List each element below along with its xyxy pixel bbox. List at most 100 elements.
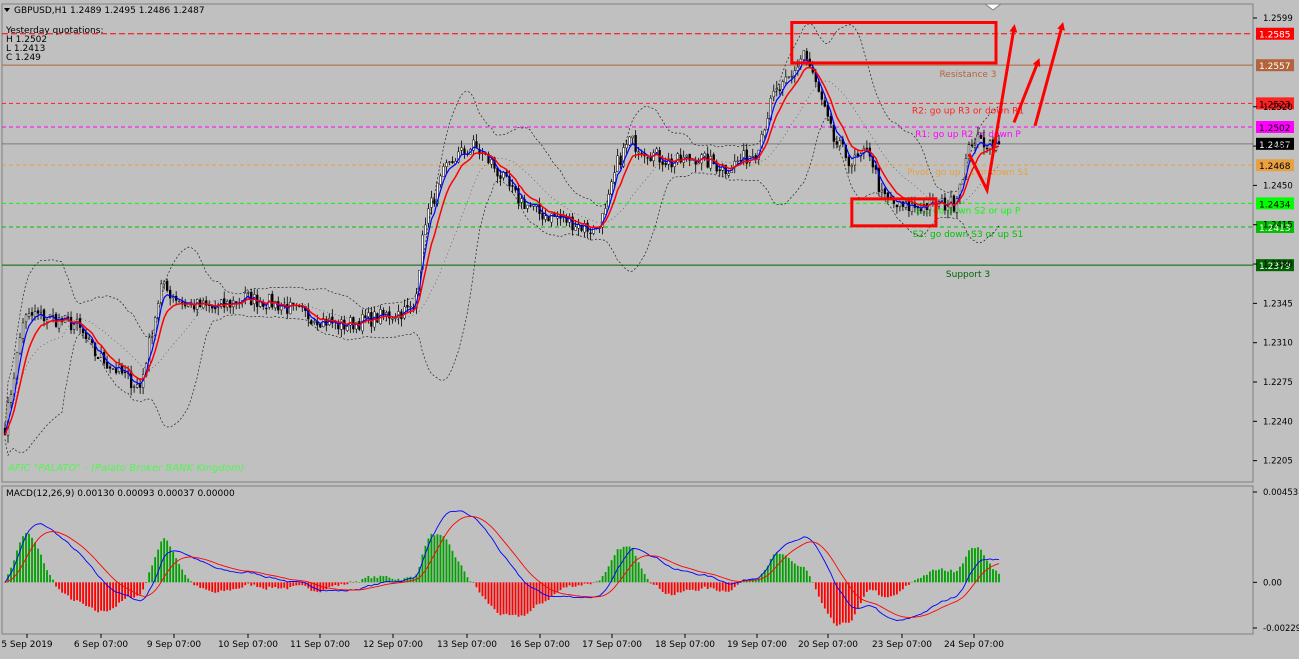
price-chart[interactable]: Resistance 3 R2: go up R3 or down R1 R1: g… [0,0,1299,655]
macd-histogram-bar [343,582,346,585]
macd-histogram-bar [880,582,883,597]
macd-histogram-bar [37,548,39,583]
macd-y-tick-label: 0.00 [1263,578,1282,588]
candle-body [823,100,826,107]
candle-body [424,224,427,236]
macd-histogram-bar [502,582,505,615]
candle-body [880,189,884,193]
price-tag: 1.2557 [1256,59,1294,72]
level-label: R1: go up R2 or down P [915,130,1021,140]
macd-histogram-bar [358,582,361,583]
macd-histogram-bar [841,582,844,623]
macd-histogram-bar [244,582,247,586]
macd-histogram-bar [586,582,589,584]
macd-histogram-bar [463,571,466,583]
macd-histogram-bar [514,582,517,615]
macd-histogram-bar [178,564,181,583]
macd-histogram-bar [715,582,718,591]
macd-histogram-bar [832,582,835,624]
candle-body [847,156,850,167]
candle-body [169,289,172,299]
candle-body [9,394,13,403]
candle-body [292,302,295,305]
macd-histogram-bar [616,549,619,583]
candle-body [703,152,706,157]
macd-histogram-bar [85,582,87,607]
macd-histogram-bar [613,555,616,583]
macd-histogram-bar [691,582,694,590]
y-tick-label: 1.2275 [1263,378,1293,388]
candle-body [433,199,436,205]
candle-body [895,204,899,208]
candle-body [850,165,854,168]
candle-body [490,159,493,165]
macd-histogram-bar [838,582,841,625]
candle-body [787,76,790,78]
macd-histogram-bar [778,553,781,583]
macd-histogram-bar [340,582,343,584]
candle-body [685,154,688,157]
macd-histogram-bar [625,546,628,583]
macd-histogram-bar [232,582,235,590]
macd-histogram-bar [349,581,352,583]
macd-histogram-bar [367,575,370,583]
macd-histogram-bar [331,582,334,587]
price-tag: 1.2468 [1256,159,1294,172]
macd-histogram-bar [223,582,226,592]
macd-histogram-bar [61,582,63,593]
price-tag: 1.2502 [1256,120,1294,134]
candle-body [829,115,832,124]
macd-histogram-bar [998,573,1000,583]
candle-body [775,88,778,90]
candle-body [310,320,313,325]
candle-body [84,332,88,339]
macd-histogram-bar [184,574,187,583]
candle [96,356,100,360]
macd-histogram-bar [265,582,268,590]
macd-histogram-bar [46,570,48,583]
candle-body [973,145,977,148]
macd-histogram-bar [950,569,952,583]
macd-histogram-bar [274,582,277,587]
macd-histogram-bar [637,562,640,583]
price-tag-text: 1.2585 [1259,31,1291,41]
x-tick-label: 20 Sep 07:00 [798,640,858,650]
macd-histogram-bar [220,582,223,591]
macd-histogram-bar [76,582,78,601]
macd-histogram-bar [487,582,490,604]
macd-histogram-bar [974,548,976,583]
candle-body [87,337,91,340]
candle-body [628,136,631,146]
candle-body [985,147,989,150]
macd-histogram-bar [532,582,535,609]
macd-histogram-bar [814,582,817,590]
candle-body [364,315,367,319]
candle-body [634,135,637,152]
level-label: Support 3 [946,270,990,280]
macd-histogram-bar [253,582,256,585]
candle-body [442,166,445,177]
macd-histogram-bar [166,540,169,583]
macd-histogram-bar [292,582,295,586]
candle-body [838,140,841,147]
macd-histogram-bar [376,577,379,583]
x-tick-label: 17 Sep 07:00 [582,640,642,650]
macd-histogram-bar [823,582,826,609]
x-tick-label: 16 Sep 07:00 [510,640,570,650]
macd-histogram-bar [977,547,979,583]
macd-histogram-bar [562,582,565,588]
macd-histogram-bar [914,580,916,583]
macd-histogram-bar [580,582,583,586]
price-tag: 1.2585 [1256,27,1294,41]
macd-histogram-bar [898,582,901,592]
macd-histogram-bar [911,581,913,583]
level-label: R2: go up R3 or down R1 [912,106,1024,116]
macd-histogram-bar [826,582,829,614]
price-tag-text: 1.2468 [1259,162,1291,172]
candle-body [532,204,535,207]
macd-histogram-bar [649,582,652,584]
macd-histogram-bar [442,536,445,583]
macd-histogram-bar [868,582,871,590]
macd-title: MACD(12,26,9) 0.00130 0.00093 0.00037 0.… [6,489,235,499]
candle-body [979,134,983,139]
